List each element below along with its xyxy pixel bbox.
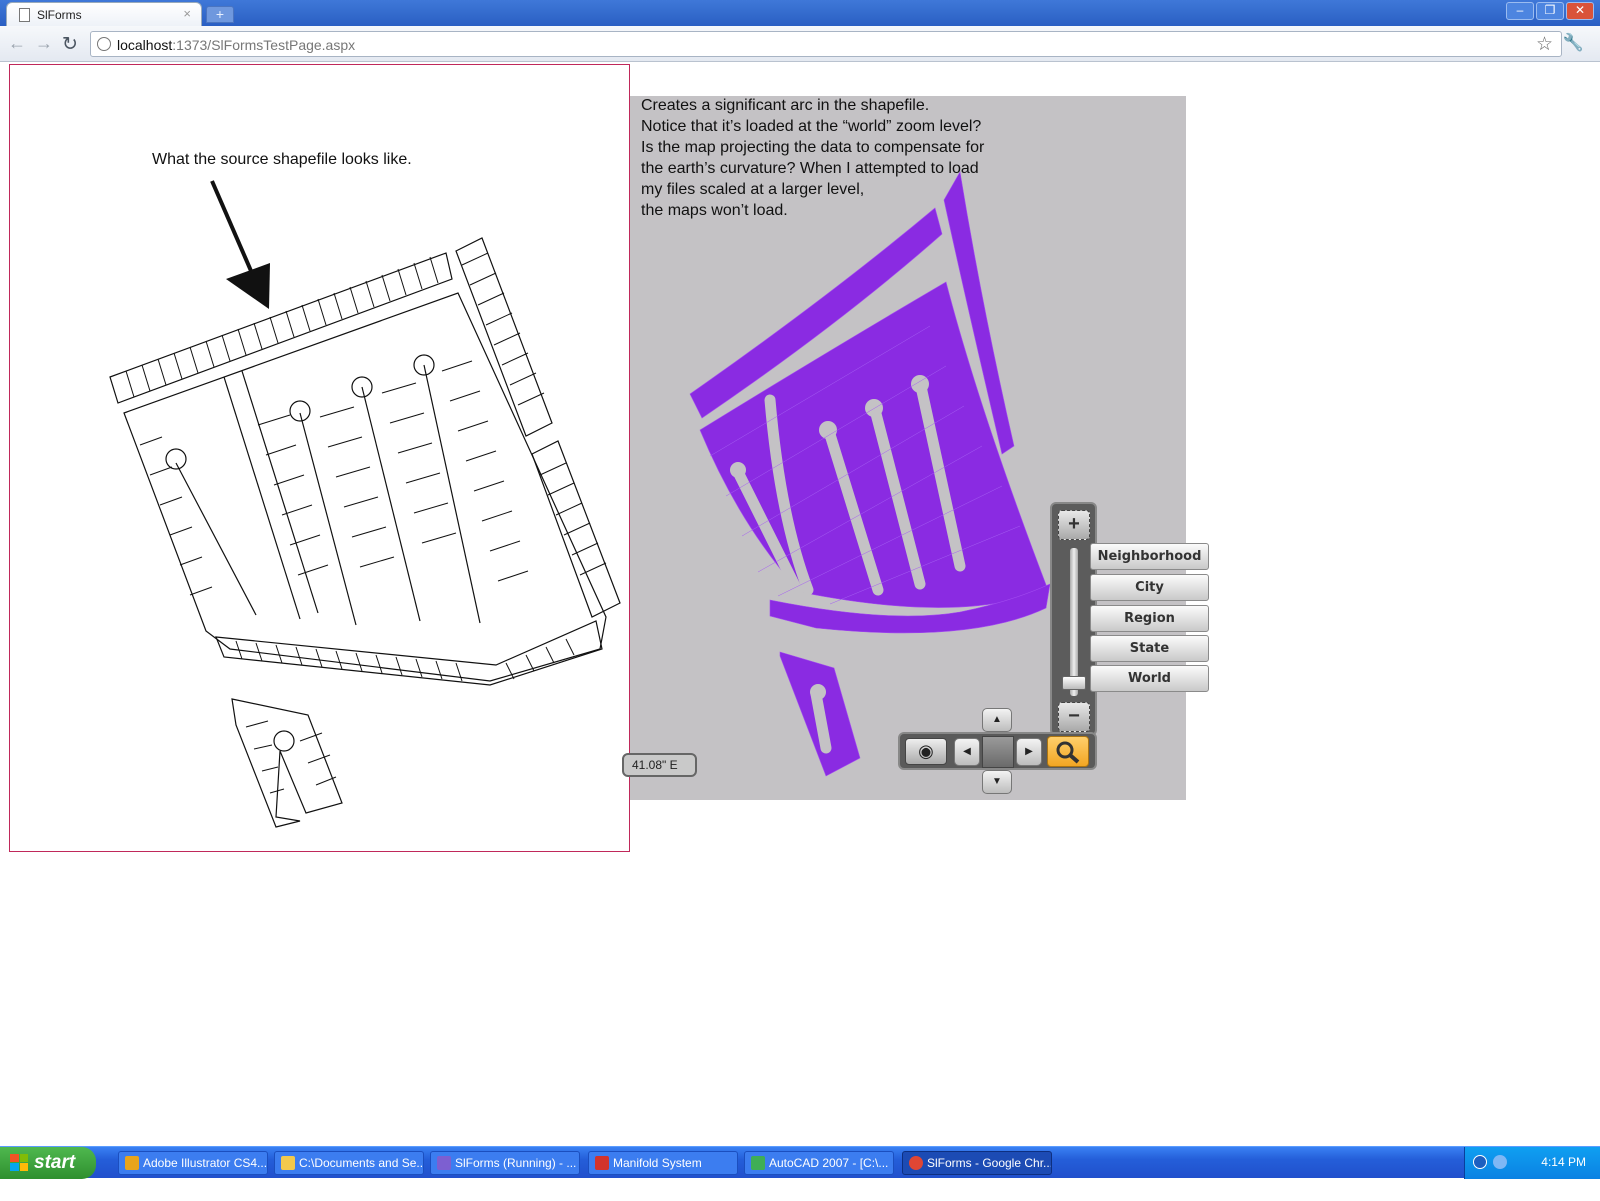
tab-title: SlForms (37, 8, 82, 22)
zoom-level-world[interactable]: World (1090, 665, 1209, 692)
back-arrow-icon[interactable]: ← (8, 33, 26, 54)
note-line: the earth’s curvature? When I attempted … (641, 160, 979, 177)
taskbar: start Adobe Illustrator CS4... C:\Docume… (0, 1146, 1600, 1179)
taskbar-item-visual-studio[interactable]: SlForms (Running) - ... (430, 1151, 580, 1175)
zoom-level-state[interactable]: State (1090, 635, 1209, 662)
tab-close-icon[interactable]: × (183, 6, 191, 21)
pan-up-icon[interactable]: ▲ (982, 708, 1012, 732)
folder-icon (281, 1156, 295, 1170)
manifold-icon (595, 1156, 609, 1170)
close-window-icon[interactable]: ✕ (1566, 2, 1594, 20)
zoom-slider-track[interactable] (1070, 548, 1078, 696)
zoom-out-button[interactable]: − (1058, 702, 1090, 732)
taskbar-item-explorer[interactable]: C:\Documents and Se... (274, 1151, 424, 1175)
url-text: localhost:1373/SlFormsTestPage.aspx (117, 37, 356, 53)
window-titlebar: SlForms × + – ❐ ✕ (0, 0, 1600, 26)
note-line: Notice that it’s loaded at the “world” z… (641, 118, 982, 135)
browser-toolbar: ← → ↻ localhost:1373/SlFormsTestPage.asp… (0, 26, 1600, 62)
parcel-lines (109, 237, 621, 828)
minimize-icon[interactable]: – (1506, 2, 1534, 20)
window-controls: – ❐ ✕ (1506, 2, 1594, 20)
address-bar[interactable]: localhost:1373/SlFormsTestPage.aspx ☆ (90, 31, 1562, 57)
forward-arrow-icon[interactable]: → (35, 33, 53, 54)
note-line: Creates a significant arc in the shapefi… (641, 97, 930, 114)
taskbar-item-illustrator[interactable]: Adobe Illustrator CS4... (118, 1151, 268, 1175)
reload-icon[interactable]: ↻ (62, 33, 78, 56)
zoom-slider-thumb[interactable] (1062, 676, 1086, 690)
network-icon[interactable] (1493, 1155, 1507, 1169)
eye-icon[interactable]: ◉ (905, 738, 947, 765)
pan-left-icon[interactable]: ◀ (954, 738, 980, 766)
taskbar-item-autocad[interactable]: AutoCAD 2007 - [C:\... (744, 1151, 894, 1175)
pan-down-icon[interactable]: ▼ (982, 770, 1012, 794)
zoom-level-city[interactable]: City (1090, 574, 1209, 601)
map-note: Creates a significant arc in the shapefi… (641, 95, 1021, 221)
illustrator-icon (125, 1156, 139, 1170)
autocad-icon (751, 1156, 765, 1170)
tray-arrow-icon[interactable] (1473, 1155, 1487, 1169)
start-label: start (34, 1152, 76, 1173)
pan-center-handle[interactable] (982, 736, 1014, 768)
zoom-level-neighborhood[interactable]: Neighborhood (1090, 543, 1209, 570)
tab-slforms[interactable]: SlForms × (6, 2, 202, 26)
note-line: my files scaled at a larger level, (641, 181, 865, 198)
visual-studio-icon (437, 1156, 451, 1170)
arrow-head (226, 263, 270, 309)
zoom-level-region[interactable]: Region (1090, 605, 1209, 632)
source-shapefile-panel: What the source shapefile looks like. (9, 64, 630, 852)
taskbar-item-manifold[interactable]: Manifold System (588, 1151, 738, 1175)
source-shapefile-drawing (109, 180, 621, 828)
restore-icon[interactable]: ❐ (1536, 2, 1564, 20)
pan-right-icon[interactable]: ▶ (1016, 738, 1042, 766)
zoom-in-button[interactable]: + (1058, 510, 1090, 540)
magnifier-glyph (1056, 741, 1080, 764)
globe-icon (97, 37, 111, 51)
parcel-hatch (125, 252, 607, 794)
windows-flag-icon (10, 1154, 28, 1171)
bookmark-star-icon[interactable]: ☆ (1536, 33, 1553, 56)
wrench-icon[interactable]: 🔧 (1563, 33, 1584, 53)
start-button[interactable]: start (0, 1147, 96, 1179)
note-line: Is the map projecting the data to compen… (641, 139, 985, 156)
page-icon (19, 8, 30, 22)
system-tray: 4:14 PM (1464, 1147, 1600, 1179)
taskbar-item-chrome[interactable]: SlForms - Google Chr... (902, 1151, 1052, 1175)
note-line: the maps won’t load. (641, 202, 788, 219)
clock[interactable]: 4:14 PM (1541, 1155, 1586, 1169)
new-tab-button[interactable]: + (206, 6, 234, 23)
magnifier-icon[interactable] (1047, 736, 1089, 767)
coordinate-readout: 41.08" E (622, 753, 697, 777)
chrome-icon (909, 1156, 923, 1170)
